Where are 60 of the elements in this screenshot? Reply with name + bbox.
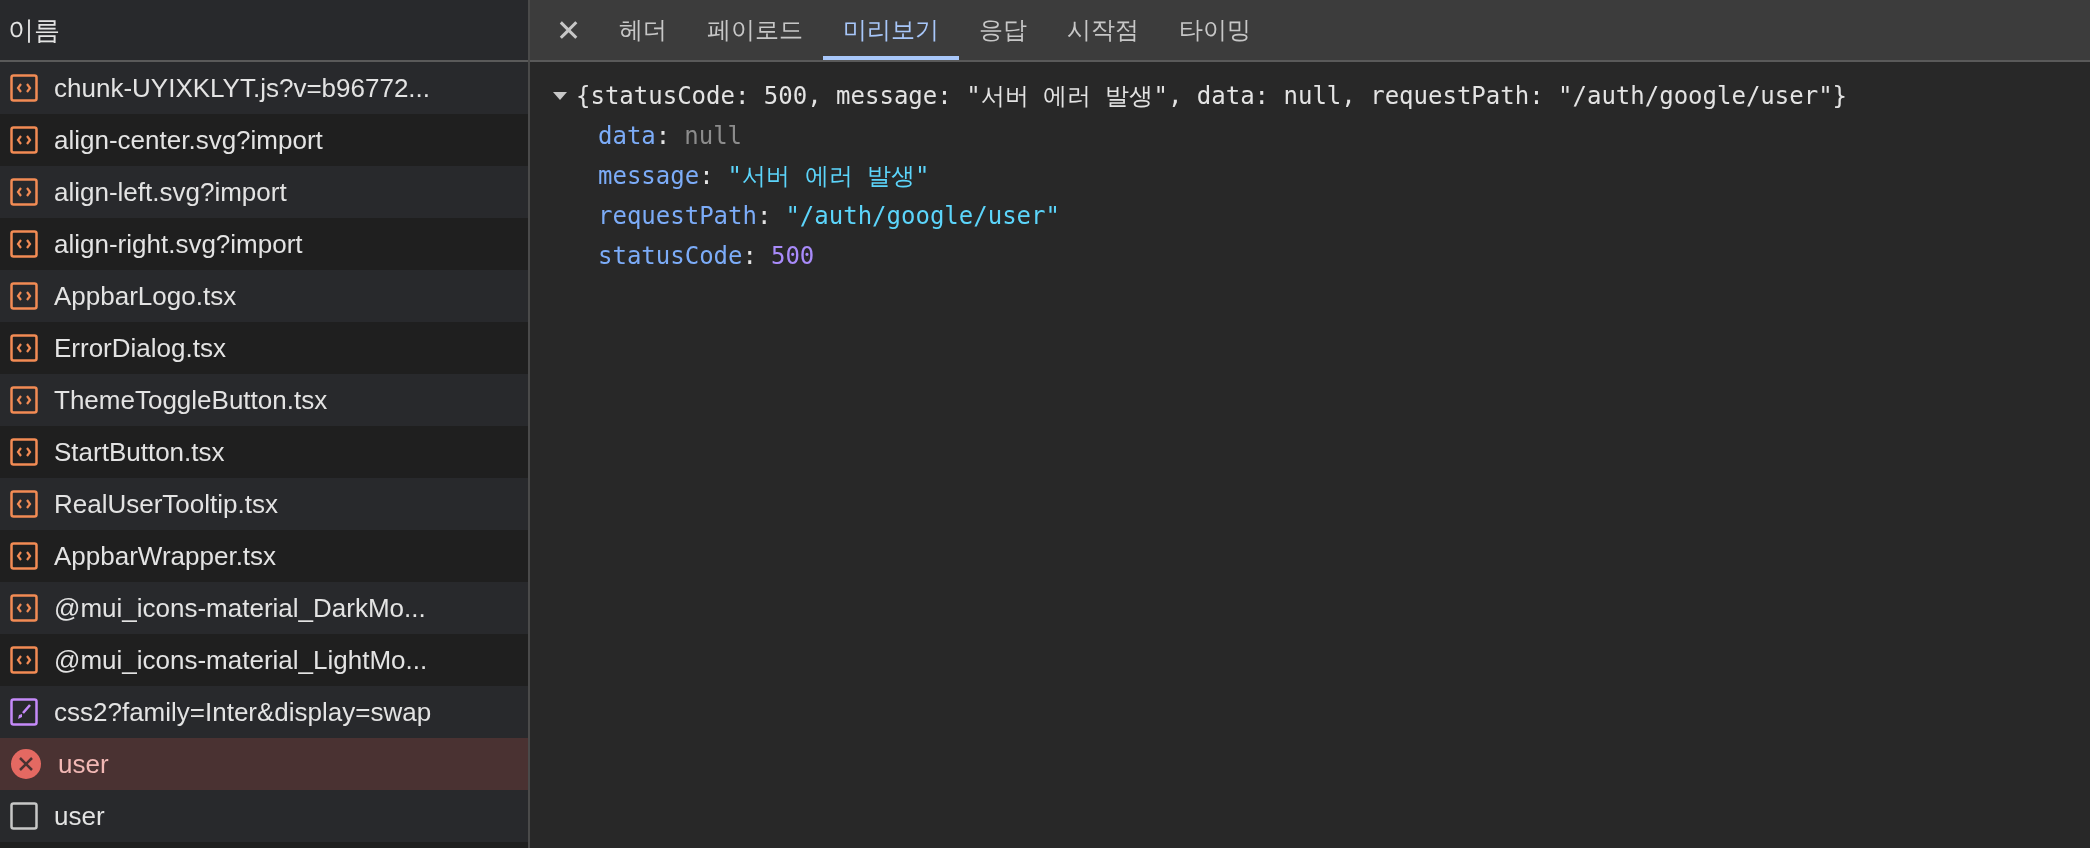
code-file-icon xyxy=(10,178,38,206)
property-value: null xyxy=(684,122,743,150)
close-button[interactable]: ✕ xyxy=(548,0,600,60)
request-row[interactable]: AppbarLogo.tsx xyxy=(0,270,528,322)
request-name: AppbarLogo.tsx xyxy=(54,280,237,312)
tab[interactable]: 시작점 xyxy=(1047,0,1160,60)
request-name: align-right.svg?import xyxy=(54,228,303,260)
blank-file-icon xyxy=(10,802,38,830)
property-colon: : xyxy=(655,122,671,150)
property-value: "서버 에러 발생" xyxy=(727,161,930,192)
property-value: "/auth/google/user" xyxy=(785,202,1060,230)
property-value: 500 xyxy=(770,242,815,270)
request-name: ThemeToggleButton.tsx xyxy=(54,384,328,416)
request-name: @mui_icons-material_LightMo... xyxy=(54,644,428,676)
code-file-icon xyxy=(10,646,38,674)
code-file-icon xyxy=(10,490,38,518)
property-key: data xyxy=(598,122,656,150)
request-name: align-left.svg?import xyxy=(54,176,287,208)
request-row[interactable]: RealUserTooltip.tsx xyxy=(0,478,528,530)
request-name: RealUserTooltip.tsx xyxy=(54,488,278,520)
code-file-icon xyxy=(10,594,38,622)
property-colon: : xyxy=(756,202,772,230)
request-name: StartButton.tsx xyxy=(54,436,225,468)
request-row[interactable]: user xyxy=(0,738,528,790)
property-key: message xyxy=(598,162,700,190)
request-name: user xyxy=(58,748,109,780)
code-file-icon xyxy=(10,74,38,102)
request-row[interactable]: chunk-UYIXKLYT.js?v=b96772... xyxy=(0,62,528,114)
column-header[interactable]: 이름 xyxy=(8,12,60,48)
code-file-icon xyxy=(10,438,38,466)
tab[interactable]: 헤더 xyxy=(599,0,688,60)
request-name: user xyxy=(54,800,105,832)
tab[interactable]: 응답 xyxy=(959,0,1048,60)
request-name: chunk-UYIXKLYT.js?v=b96772... xyxy=(54,72,430,104)
property-colon: : xyxy=(699,162,714,190)
request-row[interactable]: align-left.svg?import xyxy=(0,166,528,218)
request-row[interactable]: ThemeToggleButton.tsx xyxy=(0,374,528,426)
code-file-icon xyxy=(10,386,38,414)
request-name: ErrorDialog.tsx xyxy=(54,332,226,364)
code-file-icon xyxy=(10,542,38,570)
error-icon xyxy=(10,748,42,780)
code-file-icon xyxy=(10,126,38,154)
object-summary: {statusCode: 500, message: "서버 에러 발생", data: null, requestPath: "/auth/google/user"} xyxy=(576,81,1848,112)
tab[interactable]: 미리보기 xyxy=(823,0,960,60)
property-key: requestPath xyxy=(598,202,757,230)
request-row[interactable]: css2?family=Inter&display=swap xyxy=(0,686,528,738)
request-row[interactable]: @mui_icons-material_DarkMo... xyxy=(0,582,528,634)
brush-file-icon xyxy=(10,698,38,726)
request-name: css2?family=Inter&display=swap xyxy=(54,696,432,728)
code-file-icon xyxy=(10,230,38,258)
property-key: statusCode xyxy=(598,242,743,270)
code-file-icon xyxy=(10,334,38,362)
property-colon: : xyxy=(742,242,757,270)
tab[interactable]: 페이로드 xyxy=(687,0,824,60)
request-name: align-center.svg?import xyxy=(54,124,323,156)
request-row[interactable]: user xyxy=(0,790,528,842)
request-name: @mui_icons-material_DarkMo... xyxy=(54,592,426,624)
tab[interactable]: 타이밍 xyxy=(1159,0,1272,60)
code-file-icon xyxy=(10,282,38,310)
request-name: AppbarWrapper.tsx xyxy=(54,540,277,572)
